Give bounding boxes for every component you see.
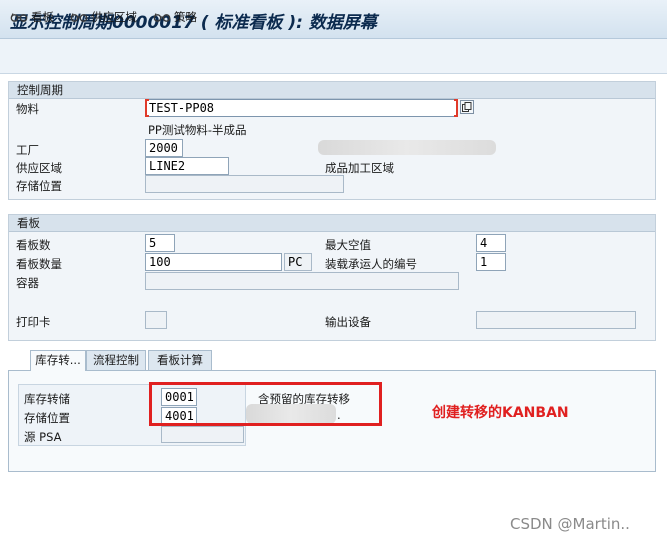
highlight-box	[149, 382, 382, 426]
annotation-text: 创建转移的KANBAN	[432, 405, 569, 421]
toolbar-item-label: 看板	[31, 10, 54, 24]
group-heading: 看板	[9, 215, 655, 232]
supply-area-field[interactable]: LINE2	[145, 157, 229, 175]
max-empty-field[interactable]: 4	[476, 234, 506, 252]
supply-area-toolbar-button[interactable]: 供应区域	[70, 8, 137, 26]
glasses-icon	[153, 13, 171, 22]
glasses-icon	[10, 13, 28, 22]
tab-label: 库存转...	[35, 353, 81, 367]
material-description: PP测试物料-半成品	[148, 123, 247, 137]
print-card-label: 打印卡	[16, 315, 51, 329]
supply-area-description: 成品加工区域	[325, 161, 394, 175]
container-label: 容器	[16, 276, 39, 290]
source-psa-label: 源 PSA	[24, 430, 62, 444]
kanban-toolbar-button[interactable]: 看板	[10, 8, 54, 26]
unit-field[interactable]: PC	[284, 253, 312, 271]
kanban-quantity-label: 看板数量	[16, 257, 62, 271]
copy-icon	[462, 102, 472, 112]
application-toolbar	[0, 39, 667, 74]
max-empty-label: 最大空值	[325, 238, 371, 252]
tab-label: 流程控制	[93, 353, 139, 367]
plant-field[interactable]: 2000	[145, 139, 183, 157]
required-marker-right	[454, 99, 458, 117]
watermark: CSDN @Martin..	[510, 515, 630, 533]
kanban-quantity-field[interactable]: 100	[145, 253, 282, 271]
container-field[interactable]	[145, 272, 459, 290]
toolbar-item-label: 策略	[174, 10, 197, 24]
print-card-checkbox[interactable]	[145, 311, 167, 329]
toolbar-item-label: 供应区域	[91, 10, 137, 24]
tab-process-control[interactable]: 流程控制	[86, 350, 146, 370]
carrier-number-label: 装载承运人的编号	[325, 257, 417, 271]
storage-location-label: 存储位置	[16, 179, 62, 193]
kanban-count-field[interactable]: 5	[145, 234, 175, 252]
material-label: 物料	[16, 102, 39, 116]
storage-location-field[interactable]	[145, 175, 344, 193]
kanban-count-label: 看板数	[16, 238, 51, 252]
glasses-icon	[70, 13, 88, 22]
redacted-area	[318, 140, 496, 155]
required-marker-left	[145, 99, 149, 117]
plant-label: 工厂	[16, 143, 39, 157]
tab-label: 看板计算	[157, 353, 203, 367]
supply-area-label: 供应区域	[16, 161, 62, 175]
value-help-button[interactable]	[460, 100, 474, 114]
source-psa-field[interactable]	[161, 426, 244, 443]
tab-kanban-calculation[interactable]: 看板计算	[148, 350, 212, 370]
stock-transfer-label: 库存转储	[24, 392, 70, 406]
carrier-number-field[interactable]: 1	[476, 253, 506, 271]
material-field[interactable]: TEST-PP08	[145, 99, 458, 117]
output-device-field[interactable]	[476, 311, 636, 329]
group-heading: 控制周期	[9, 82, 655, 99]
tab-stock-transfer[interactable]: 库存转...	[30, 350, 86, 371]
strategy-toolbar-button[interactable]: 策略	[153, 8, 197, 26]
output-device-label: 输出设备	[325, 315, 371, 329]
transfer-storage-label: 存储位置	[24, 411, 70, 425]
